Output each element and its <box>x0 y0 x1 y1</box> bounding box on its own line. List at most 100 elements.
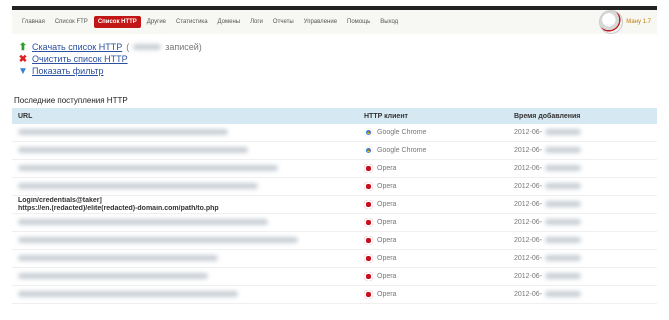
nav-item[interactable]: Домены <box>214 16 245 28</box>
client-label: Opera <box>364 290 502 299</box>
client-name: Opera <box>377 183 397 190</box>
url-blurred <box>18 272 208 279</box>
client-cell: Google Chrome <box>358 141 508 160</box>
nav-item[interactable]: Отчеты <box>269 16 298 28</box>
time-blurred <box>545 237 582 244</box>
time-blurred <box>545 255 582 262</box>
time-date-prefix: 2012-06- <box>514 291 543 298</box>
nav-item[interactable]: Логи <box>246 16 267 28</box>
client-name: Opera <box>377 255 397 262</box>
time-cell: 2012-06- <box>508 124 657 142</box>
opera-icon <box>364 236 373 245</box>
show-filter-link[interactable]: Показать фильтр <box>32 66 104 76</box>
user-avatar[interactable] <box>599 10 624 34</box>
client-cell: Opera <box>358 231 508 250</box>
url-blurred <box>18 236 298 243</box>
client-cell: Google Chrome <box>358 124 508 142</box>
table-row[interactable]: Opera 2012-06- <box>12 285 657 304</box>
time-blurred <box>545 291 582 298</box>
table-row[interactable]: Opera 2012-06- <box>12 177 657 196</box>
url-blurred <box>18 146 248 153</box>
download-count-prefix: ( <box>126 42 130 52</box>
chrome-icon <box>364 128 373 137</box>
time-blurred <box>545 129 582 136</box>
url-cell <box>12 267 358 286</box>
url-cell <box>12 159 358 178</box>
client-name: Opera <box>377 201 397 208</box>
chrome-icon <box>364 146 373 155</box>
time-cell: 2012-06- <box>508 285 657 304</box>
clear-action[interactable]: ✖ Очистить список HTTP <box>18 53 202 65</box>
client-cell: Opera <box>358 249 508 268</box>
url-column-header[interactable]: URL <box>12 108 358 124</box>
time-blurred <box>545 183 582 190</box>
client-name: Opera <box>377 165 397 172</box>
url-cell <box>12 124 358 142</box>
url-blurred <box>18 182 258 189</box>
client-name: Opera <box>377 237 397 244</box>
url-blurred <box>18 254 218 261</box>
time-cell: 2012-06- <box>508 231 657 250</box>
table-row[interactable]: Opera 2012-06- <box>12 159 657 178</box>
client-label: Google Chrome <box>364 128 502 137</box>
nav-item[interactable]: Список HTTP <box>93 16 141 28</box>
time-cell: 2012-06- <box>508 159 657 178</box>
download-action[interactable]: ⬆ Скачать список HTTP ( записей) <box>18 41 202 53</box>
url-credentials-text: Login/credentials@taker] <box>18 196 102 204</box>
section-title: Последние поступления HTTP <box>14 96 128 105</box>
table-row[interactable]: Opera 2012-06- <box>12 231 657 250</box>
user-area[interactable]: Ману 1.7 <box>599 10 651 34</box>
table-row[interactable]: Opera 2012-06- <box>12 249 657 268</box>
table-row[interactable]: Google Chrome 2012-06- <box>12 141 657 160</box>
nav-item[interactable]: Статистика <box>172 16 212 28</box>
nav-item[interactable]: Помощь <box>343 16 374 28</box>
url-cell <box>12 177 358 196</box>
time-cell: 2012-06- <box>508 213 657 232</box>
time-blurred <box>545 165 582 172</box>
url-blurred <box>18 290 238 297</box>
time-date-prefix: 2012-06- <box>514 183 543 190</box>
http-table: URL HTTP клиент Время добавления Google … <box>12 108 657 304</box>
nav-item[interactable]: Управление <box>300 16 341 28</box>
url-blurred <box>18 128 228 135</box>
nav-item[interactable]: Главная <box>18 16 49 28</box>
opera-icon <box>364 182 373 191</box>
main-menu: Главная Список FTP Список HTTP Другие Статис… <box>18 16 402 28</box>
download-count-suffix: записей) <box>165 42 202 52</box>
client-label: Opera <box>364 182 502 191</box>
download-arrow-icon: ⬆ <box>18 41 28 53</box>
nav-item[interactable]: Список FTP <box>51 16 92 28</box>
client-cell: Opera <box>358 177 508 196</box>
client-label: Opera <box>364 272 502 281</box>
client-label: Opera <box>364 200 502 209</box>
opera-icon <box>364 218 373 227</box>
client-label: Opera <box>364 218 502 227</box>
url-cell <box>12 285 358 304</box>
table-row[interactable]: Opera 2012-06- <box>12 267 657 286</box>
time-date-prefix: 2012-06- <box>514 147 543 154</box>
opera-icon <box>364 290 373 299</box>
url-blurred <box>18 218 268 225</box>
table-row[interactable]: Opera 2012-06- <box>12 213 657 232</box>
time-date-prefix: 2012-06- <box>514 129 543 136</box>
nav-item[interactable]: Выход <box>376 16 402 28</box>
time-blurred <box>545 147 582 154</box>
time-date-prefix: 2012-06- <box>514 219 543 226</box>
http-actions: ⬆ Скачать список HTTP ( записей) ✖ Очист… <box>18 41 202 77</box>
table-row[interactable]: Google Chrome 2012-06- <box>12 124 657 142</box>
time-cell: 2012-06- <box>508 141 657 160</box>
download-list-link[interactable]: Скачать список HTTP <box>32 42 122 52</box>
nav-item[interactable]: Другие <box>143 16 170 28</box>
user-name[interactable]: Ману 1.7 <box>626 19 651 25</box>
clear-list-link[interactable]: Очистить список HTTP <box>32 54 128 64</box>
filter-action[interactable]: ▼ Показать фильтр <box>18 65 202 77</box>
client-cell: Opera <box>358 285 508 304</box>
opera-icon <box>364 164 373 173</box>
client-cell: Opera <box>358 195 508 214</box>
client-cell: Opera <box>358 213 508 232</box>
table-row[interactable]: Login/credentials@taker] https://en.(reda… <box>12 195 657 214</box>
time-column-header[interactable]: Время добавления <box>508 108 657 124</box>
client-name: Opera <box>377 219 397 226</box>
client-column-header[interactable]: HTTP клиент <box>358 108 508 124</box>
url-cell <box>12 141 358 160</box>
